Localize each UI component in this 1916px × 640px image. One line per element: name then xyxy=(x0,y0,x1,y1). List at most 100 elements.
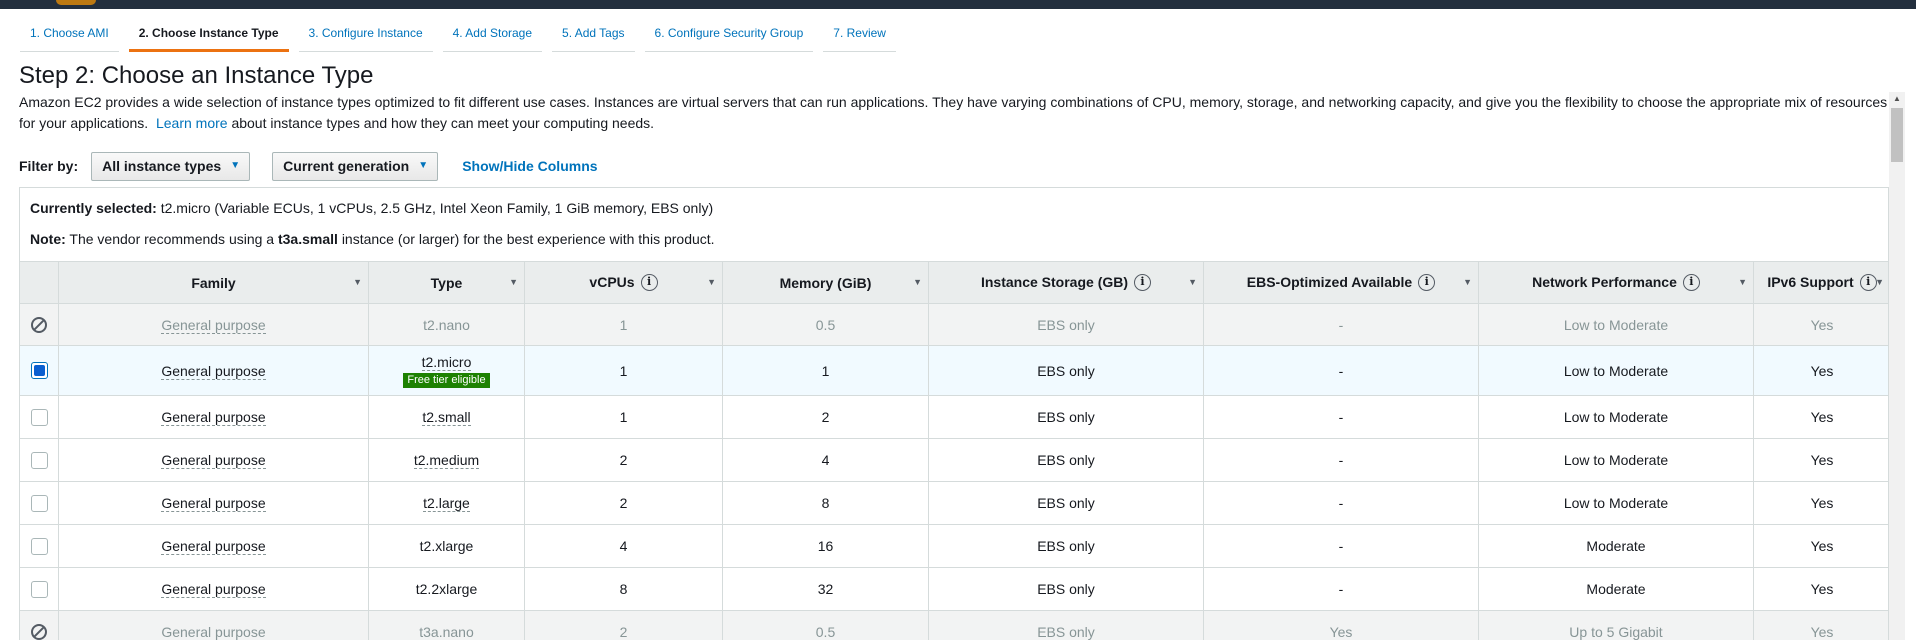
wizard-step-add-storage[interactable]: 4. Add Storage xyxy=(442,22,543,52)
wizard-step-configure-instance[interactable]: 3. Configure Instance xyxy=(298,22,433,52)
cell-storage: EBS only xyxy=(928,524,1204,568)
wizard-steps: 1. Choose AMI 2. Choose Instance Type 3.… xyxy=(20,22,906,52)
cell-ipv6: Yes xyxy=(1753,610,1888,640)
instance-types-dropdown[interactable]: All instance types ▼ xyxy=(91,151,251,181)
table-row[interactable]: General purpose t2.xlarge 4 16 EBS only - Mode… xyxy=(20,524,1888,568)
wizard-step-choose-ami[interactable]: 1. Choose AMI xyxy=(20,22,119,52)
column-header-instance-storage[interactable]: Instance Storage (GB) i ▼ xyxy=(928,261,1204,304)
console-top-bar xyxy=(0,0,1916,9)
page-scrollbar[interactable]: ▲ xyxy=(1889,92,1905,640)
cell-network: Low to Moderate xyxy=(1478,345,1754,396)
sort-icon: ▼ xyxy=(913,277,922,287)
cell-storage: EBS only xyxy=(928,395,1204,439)
column-header-vcpus[interactable]: vCPUs i ▼ xyxy=(524,261,723,304)
cell-storage: EBS only xyxy=(928,345,1204,396)
row-select-cell[interactable] xyxy=(20,567,59,611)
row-checkbox[interactable] xyxy=(30,362,48,380)
column-header-ipv6-support[interactable]: IPv6 Support i ▼ xyxy=(1753,261,1888,304)
row-select-cell[interactable] xyxy=(20,345,59,396)
row-checkbox[interactable] xyxy=(30,494,48,512)
vendor-note: Note: The vendor recommends using a t3a.… xyxy=(30,231,715,247)
wizard-step-review[interactable]: 7. Review xyxy=(823,22,896,52)
row-checkbox[interactable] xyxy=(30,408,48,426)
row-select-cell[interactable] xyxy=(20,481,59,525)
wizard-step-configure-security-group[interactable]: 6. Configure Security Group xyxy=(644,22,814,52)
cell-vcpus: 1 xyxy=(524,345,723,396)
wizard-step-add-tags[interactable]: 5. Add Tags xyxy=(552,22,635,52)
info-icon[interactable]: i xyxy=(640,274,658,292)
type-label: t2.medium xyxy=(413,452,480,469)
cell-memory: 8 xyxy=(722,481,929,525)
instance-types-table: Family ▼ Type ▼ vCPUs i ▼ Memory (GiB) ▼ Inst… xyxy=(20,261,1888,640)
family-label: General purpose xyxy=(161,316,266,334)
cell-vcpus: 4 xyxy=(524,524,723,568)
free-tier-badge: Free tier eligible xyxy=(403,372,490,388)
cell-storage: EBS only xyxy=(928,438,1204,482)
currently-selected: Currently selected: t2.micro (Variable E… xyxy=(30,200,713,216)
family-label: General purpose xyxy=(161,495,266,512)
scroll-up-icon[interactable]: ▲ xyxy=(1893,94,1901,103)
row-select-cell[interactable] xyxy=(20,395,59,439)
cell-family: General purpose xyxy=(58,303,369,346)
table-row[interactable]: General purpose t2.large 2 8 EBS only - Low to… xyxy=(20,481,1888,525)
type-label: t2.small xyxy=(422,409,471,426)
cell-ebs: - xyxy=(1203,345,1479,396)
generation-value: Current generation xyxy=(283,158,410,174)
cell-family: General purpose xyxy=(58,481,369,525)
column-header-type[interactable]: Type ▼ xyxy=(368,261,525,304)
cell-network: Low to Moderate xyxy=(1478,395,1754,439)
cell-memory: 2 xyxy=(722,395,929,439)
table-row[interactable]: General purpose t2.2xlarge 8 32 EBS only - Mod… xyxy=(20,567,1888,611)
cell-storage: EBS only xyxy=(928,610,1204,640)
type-label: t2.xlarge xyxy=(419,538,474,554)
family-label: General purpose xyxy=(161,362,266,380)
info-icon[interactable]: i xyxy=(1682,274,1700,292)
family-label: General purpose xyxy=(161,581,266,598)
cell-ipv6: Yes xyxy=(1753,481,1888,525)
cell-ipv6: Yes xyxy=(1753,438,1888,482)
cell-vcpus: 2 xyxy=(524,610,723,640)
sort-icon: ▼ xyxy=(509,277,518,287)
learn-more-link[interactable]: Learn more xyxy=(156,115,228,131)
info-icon[interactable]: i xyxy=(1418,274,1436,292)
show-hide-columns-link[interactable]: Show/Hide Columns xyxy=(462,158,597,174)
family-label: General purpose xyxy=(161,623,266,640)
cell-vcpus: 2 xyxy=(524,481,723,525)
cell-memory: 1 xyxy=(722,345,929,396)
type-label: t2.large xyxy=(423,495,470,512)
cell-memory: 0.5 xyxy=(722,303,929,346)
row-select-cell[interactable] xyxy=(20,303,59,346)
table-row[interactable]: General purpose t2.medium 2 4 EBS only - Low t… xyxy=(20,438,1888,482)
table-row[interactable]: General purpose t2.micro Free tier eligibl… xyxy=(20,345,1888,396)
cell-ipv6: Yes xyxy=(1753,345,1888,396)
row-select-cell[interactable] xyxy=(20,524,59,568)
column-header-memory[interactable]: Memory (GiB) ▼ xyxy=(722,261,929,304)
row-checkbox[interactable] xyxy=(30,451,48,469)
column-header-ebs-optimized[interactable]: EBS-Optimized Available i ▼ xyxy=(1203,261,1479,304)
table-row[interactable]: General purpose t2.small 1 2 EBS only - Low to… xyxy=(20,395,1888,439)
family-label: General purpose xyxy=(161,538,266,555)
family-label: General purpose xyxy=(161,409,266,426)
cell-storage: EBS only xyxy=(928,567,1204,611)
row-checkbox[interactable] xyxy=(30,580,48,598)
wizard-step-choose-instance-type[interactable]: 2. Choose Instance Type xyxy=(128,22,289,52)
cell-memory: 0.5 xyxy=(722,610,929,640)
scrollbar-thumb[interactable] xyxy=(1891,108,1903,162)
row-select-cell[interactable] xyxy=(20,438,59,482)
sort-icon: ▼ xyxy=(1738,277,1747,287)
row-checkbox[interactable] xyxy=(30,537,48,555)
cell-network: Low to Moderate xyxy=(1478,481,1754,525)
column-header-family[interactable]: Family ▼ xyxy=(58,261,369,304)
filter-bar: Filter by: All instance types ▼ Current … xyxy=(19,151,598,181)
info-icon[interactable]: i xyxy=(1134,274,1152,292)
cell-family: General purpose xyxy=(58,524,369,568)
cell-vcpus: 2 xyxy=(524,438,723,482)
cell-type: t2.micro Free tier eligible xyxy=(368,345,525,396)
unavailable-icon xyxy=(31,317,47,334)
instance-types-value: All instance types xyxy=(102,158,222,174)
column-header-network-performance[interactable]: Network Performance i ▼ xyxy=(1478,261,1754,304)
family-label: General purpose xyxy=(161,452,266,469)
generation-dropdown[interactable]: Current generation ▼ xyxy=(272,151,439,181)
row-select-cell[interactable] xyxy=(20,610,59,640)
currently-selected-label: Currently selected: xyxy=(30,200,157,216)
